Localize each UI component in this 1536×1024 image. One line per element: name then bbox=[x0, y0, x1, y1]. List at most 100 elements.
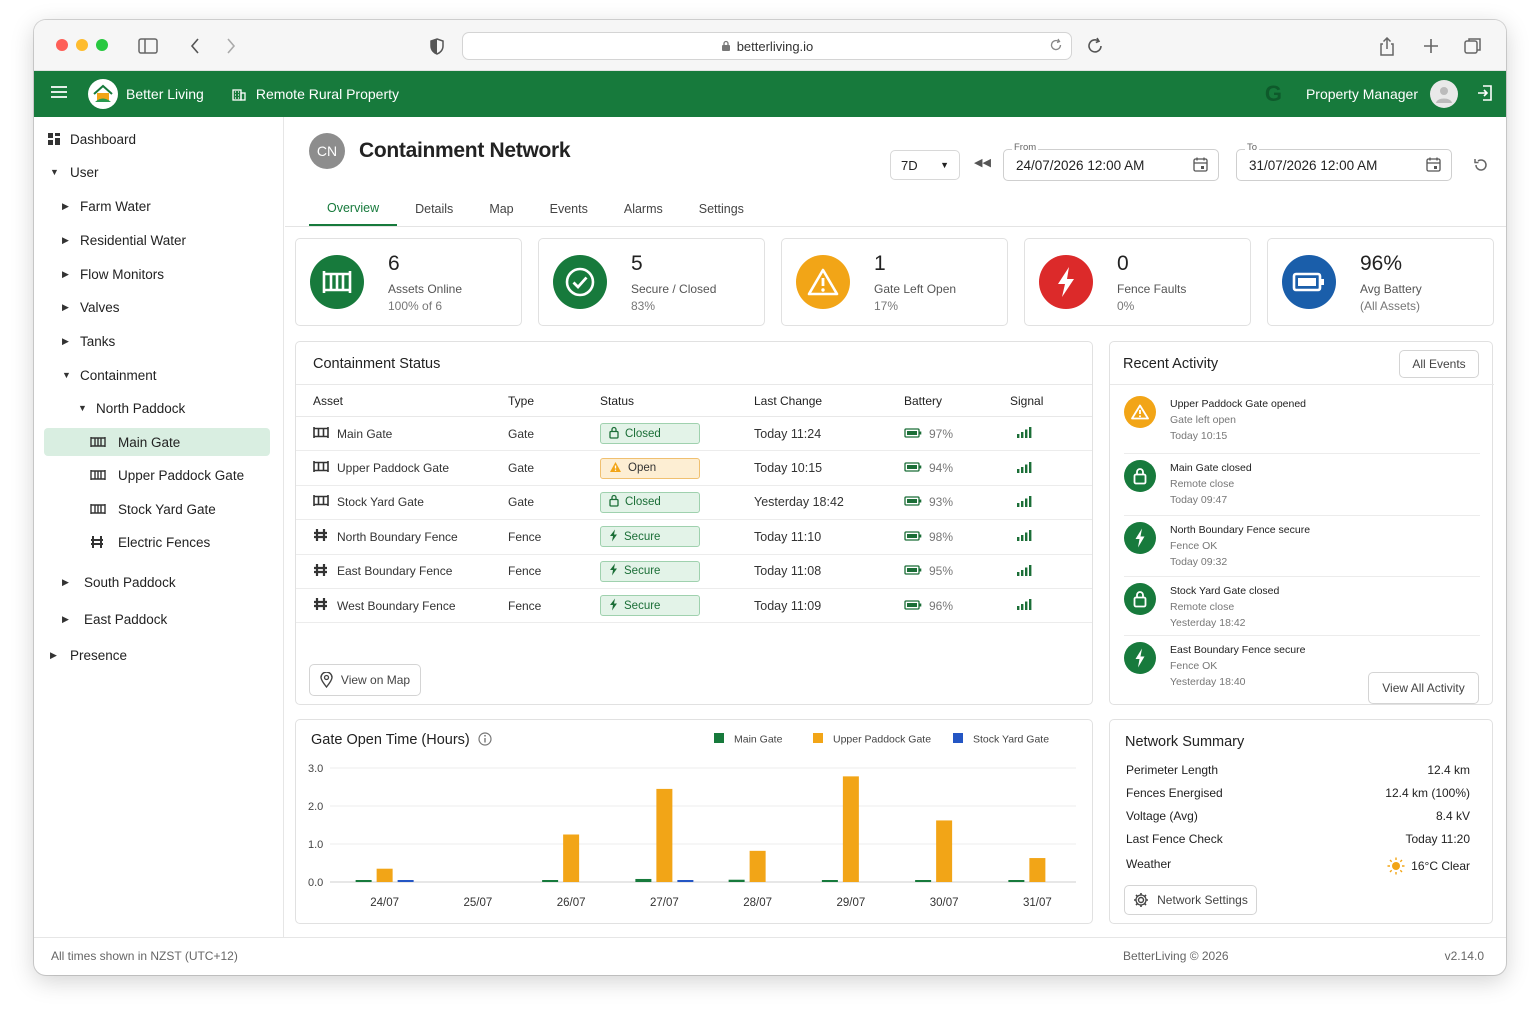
table-row[interactable]: Stock Yard Gate Gate Closed Yesterday 18:42… bbox=[296, 485, 1092, 521]
list-item[interactable]: Stock Yard Gate closed Remote close Yester… bbox=[1124, 583, 1480, 636]
logout-icon[interactable] bbox=[1476, 84, 1494, 105]
address-bar[interactable]: betterliving.io bbox=[462, 32, 1072, 60]
col-asset[interactable]: Asset bbox=[296, 384, 508, 417]
from-date-field[interactable]: From 24/07/2026 12:00 AM bbox=[1003, 142, 1219, 181]
tab-alarms[interactable]: Alarms bbox=[606, 192, 681, 226]
tab-overview[interactable]: Overview bbox=[309, 192, 398, 226]
kpi-assets-online[interactable]: 6 Assets Online 100% of 6 bbox=[295, 238, 522, 326]
asset-name[interactable]: West Boundary Fence bbox=[337, 599, 456, 613]
col-last-change[interactable]: Last Change bbox=[754, 384, 904, 417]
legend-label[interactable]: Upper Paddock Gate bbox=[833, 734, 931, 746]
asset-name[interactable]: East Boundary Fence bbox=[337, 564, 452, 578]
kpi-gate-left-open[interactable]: 1 Gate Left Open 17% bbox=[781, 238, 1008, 326]
sidebar-item-south-paddock[interactable]: ▶ South Paddock bbox=[62, 568, 176, 596]
bar-main-gate[interactable] bbox=[1008, 880, 1025, 882]
sidebar-item-flow-monitors[interactable]: ▶ Flow Monitors bbox=[62, 260, 164, 288]
bar-main-gate[interactable] bbox=[821, 880, 838, 882]
table-row[interactable]: North Boundary Fence Fence Secure Today 11:… bbox=[296, 519, 1092, 555]
minimize-window-button[interactable] bbox=[76, 39, 88, 51]
bar-main-gate[interactable] bbox=[635, 878, 652, 882]
tab-events[interactable]: Events bbox=[532, 192, 606, 226]
bar-main-gate[interactable] bbox=[355, 880, 372, 882]
bar-main-gate[interactable] bbox=[542, 880, 559, 882]
sidebar-item-main-gate[interactable]: Main Gate bbox=[44, 428, 270, 456]
property-selector[interactable]: Remote Rural Property bbox=[232, 86, 399, 102]
sidebar-item-presence[interactable]: ▶ Presence bbox=[50, 641, 127, 669]
col-type[interactable]: Type bbox=[508, 384, 600, 417]
bar-main-gate[interactable] bbox=[728, 879, 745, 882]
tab-details[interactable]: Details bbox=[397, 192, 471, 226]
view-all-activity-button[interactable]: View All Activity bbox=[1368, 672, 1479, 704]
tab-settings[interactable]: Settings bbox=[681, 192, 762, 226]
tab-map[interactable]: Map bbox=[471, 192, 531, 226]
bar-upper-paddock-gate[interactable] bbox=[842, 776, 859, 882]
view-on-map-button[interactable]: View on Map bbox=[309, 664, 421, 696]
calendar-icon[interactable] bbox=[1426, 157, 1441, 175]
sidebar-item-upper-paddock-gate[interactable]: Upper Paddock Gate bbox=[90, 461, 244, 489]
sidebar-toggle-icon[interactable] bbox=[137, 35, 159, 57]
table-row[interactable]: West Boundary Fence Fence Secure Today 11:0… bbox=[296, 588, 1092, 624]
bar-upper-paddock-gate[interactable] bbox=[936, 820, 953, 882]
brand-name[interactable]: Better Living bbox=[126, 86, 204, 102]
bar-upper-paddock-gate[interactable] bbox=[1029, 858, 1046, 882]
bar-upper-paddock-gate[interactable] bbox=[749, 850, 766, 882]
maximize-window-button[interactable] bbox=[96, 39, 108, 51]
asset-name[interactable]: Main Gate bbox=[337, 427, 392, 441]
list-item[interactable]: Main Gate closed Remote close Today 09:47 bbox=[1124, 460, 1480, 516]
col-signal[interactable]: Signal bbox=[1010, 384, 1092, 417]
sidebar-item-containment[interactable]: ▼ Containment bbox=[62, 361, 157, 389]
reset-icon[interactable] bbox=[1473, 157, 1489, 178]
col-status[interactable]: Status bbox=[600, 384, 754, 417]
asset-name[interactable]: North Boundary Fence bbox=[337, 530, 458, 544]
forward-icon[interactable] bbox=[220, 35, 242, 57]
table-row[interactable]: Main Gate Gate Closed Today 11:24 97% bbox=[296, 416, 1092, 452]
to-date-field[interactable]: To 31/07/2026 12:00 AM bbox=[1236, 142, 1452, 181]
user-role[interactable]: Property Manager bbox=[1306, 86, 1418, 102]
col-battery[interactable]: Battery bbox=[904, 384, 1010, 417]
sidebar-item-user[interactable]: ▼ User bbox=[50, 158, 99, 186]
back-icon[interactable] bbox=[184, 35, 206, 57]
all-events-button[interactable]: All Events bbox=[1399, 350, 1479, 378]
sidebar-item-dashboard[interactable]: Dashboard bbox=[48, 125, 136, 153]
bar-upper-paddock-gate[interactable] bbox=[376, 868, 393, 882]
list-item[interactable]: North Boundary Fence secure Fence OK Today… bbox=[1124, 522, 1480, 577]
table-row[interactable]: Upper Paddock Gate Gate Open Today 10:15 94% bbox=[296, 450, 1092, 486]
sidebar-item-tanks[interactable]: ▶ Tanks bbox=[62, 327, 115, 355]
sidebar-item-stock-yard-gate[interactable]: Stock Yard Gate bbox=[90, 495, 216, 523]
menu-icon[interactable] bbox=[50, 85, 68, 104]
reload-icon[interactable] bbox=[1049, 38, 1063, 55]
sidebar-item-residential-water[interactable]: ▶ Residential Water bbox=[62, 226, 186, 254]
refresh-page-icon[interactable] bbox=[1084, 35, 1106, 57]
new-tab-icon[interactable] bbox=[1420, 35, 1442, 57]
range-select[interactable]: 7D ▼ bbox=[890, 150, 960, 180]
rewind-icon[interactable]: ◀◀ bbox=[974, 156, 991, 169]
avatar[interactable] bbox=[1430, 80, 1458, 108]
bar-upper-paddock-gate[interactable] bbox=[656, 788, 673, 882]
legend-label[interactable]: Main Gate bbox=[734, 734, 783, 746]
bar-upper-paddock-gate[interactable] bbox=[563, 834, 580, 883]
share-icon[interactable] bbox=[1376, 35, 1398, 57]
sidebar-item-valves[interactable]: ▶ Valves bbox=[62, 293, 120, 321]
sidebar-item-north-paddock[interactable]: ▼ North Paddock bbox=[78, 394, 185, 422]
asset-name[interactable]: Upper Paddock Gate bbox=[337, 461, 449, 475]
table-row[interactable]: East Boundary Fence Fence Secure Today 11:0… bbox=[296, 554, 1092, 589]
bar-stock-yard-gate[interactable] bbox=[677, 880, 694, 882]
gear-icon bbox=[1134, 893, 1149, 907]
tab-overview-icon[interactable] bbox=[1462, 35, 1484, 57]
bar-stock-yard-gate[interactable] bbox=[397, 880, 414, 882]
kpi-avg-battery[interactable]: 96% Avg Battery (All Assets) bbox=[1267, 238, 1494, 326]
sidebar-item-east-paddock[interactable]: ▶ East Paddock bbox=[62, 605, 167, 633]
list-item[interactable]: Upper Paddock Gate opened Gate left open T… bbox=[1124, 396, 1480, 454]
kpi-fence-faults[interactable]: 0 Fence Faults 0% bbox=[1024, 238, 1251, 326]
close-window-button[interactable] bbox=[56, 39, 68, 51]
network-settings-button[interactable]: Network Settings bbox=[1124, 885, 1257, 915]
asset-name[interactable]: Stock Yard Gate bbox=[337, 495, 424, 509]
legend-label[interactable]: Stock Yard Gate bbox=[973, 734, 1049, 746]
bar-main-gate[interactable] bbox=[915, 880, 932, 882]
kpi-secure-closed[interactable]: 5 Secure / Closed 83% bbox=[538, 238, 765, 326]
calendar-icon[interactable] bbox=[1193, 157, 1208, 175]
brand-logo-icon[interactable] bbox=[88, 79, 118, 109]
privacy-shield-icon[interactable] bbox=[426, 35, 448, 57]
sidebar-item-farm-water[interactable]: ▶ Farm Water bbox=[62, 192, 151, 220]
sidebar-item-electric-fences[interactable]: Electric Fences bbox=[90, 528, 210, 556]
